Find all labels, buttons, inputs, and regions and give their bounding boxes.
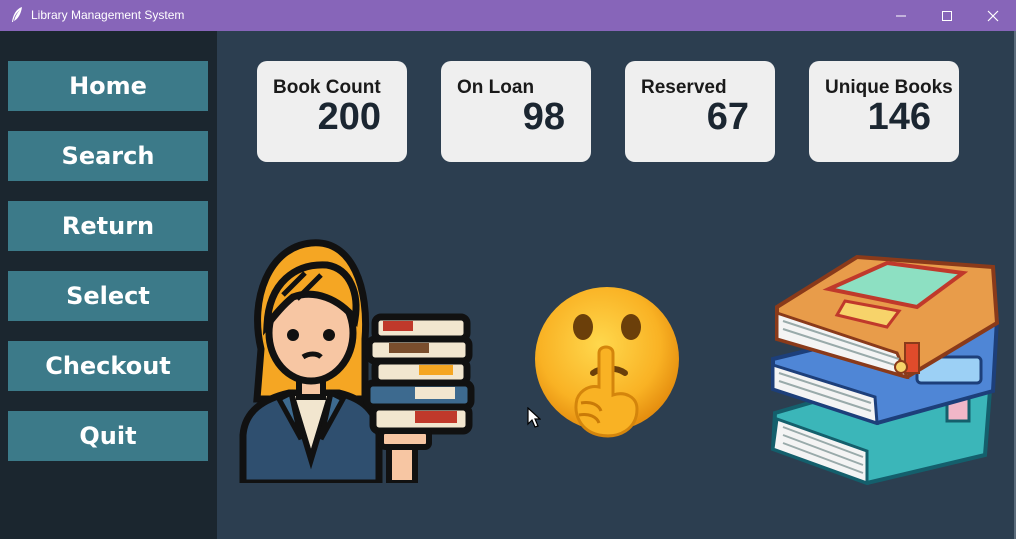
window-title: Library Management System xyxy=(31,8,185,22)
stat-card-reserved: Reserved 67 xyxy=(625,61,775,162)
title-bar[interactable]: Library Management System xyxy=(0,0,1016,31)
stat-value: 98 xyxy=(522,96,565,138)
home-button[interactable]: Home xyxy=(8,61,208,111)
stack-of-books-icon xyxy=(770,254,1000,485)
maximize-icon xyxy=(942,10,952,21)
shushing-face-emoji xyxy=(535,287,679,438)
feather-icon xyxy=(12,7,22,22)
close-button[interactable] xyxy=(970,0,1016,31)
stat-card-unique-books: Unique Books 146 xyxy=(809,61,959,162)
stat-card-on-loan: On Loan 98 xyxy=(441,61,591,162)
maximize-button[interactable] xyxy=(924,0,970,31)
quit-button[interactable]: Quit xyxy=(8,411,208,461)
app-window: Library Management System Home Search Re… xyxy=(0,0,1016,539)
return-button[interactable]: Return xyxy=(8,201,208,251)
minimize-button[interactable] xyxy=(878,0,924,31)
librarian-with-books-icon xyxy=(239,239,475,483)
checkout-button[interactable]: Checkout xyxy=(8,341,208,391)
dashboard-panel: Book Count 200 On Loan 98 Reserved 67 Un… xyxy=(217,31,1016,539)
select-button[interactable]: Select xyxy=(8,271,208,321)
close-icon xyxy=(987,10,999,21)
stat-card-book-count: Book Count 200 xyxy=(257,61,407,162)
stat-value: 200 xyxy=(317,96,381,138)
stat-value: 146 xyxy=(867,96,931,138)
stat-value: 67 xyxy=(706,96,749,138)
minimize-icon xyxy=(896,15,906,16)
search-button[interactable]: Search xyxy=(8,131,208,181)
mouse-cursor-icon xyxy=(527,407,541,428)
sidebar: Home Search Return Select Checkout Quit xyxy=(0,31,217,539)
